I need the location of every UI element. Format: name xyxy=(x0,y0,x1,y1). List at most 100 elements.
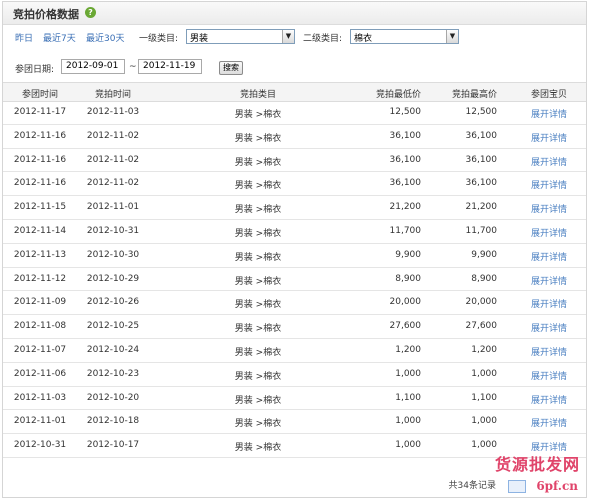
range-yesterday-link[interactable]: 昨日 xyxy=(15,31,33,44)
table-row: 2012-11-08 2012-10-25 男装 >棉衣 27,600 27,600 展开… xyxy=(3,315,586,339)
cell-min-price: 36,100 xyxy=(389,154,422,165)
cell-max-price: 27,600 xyxy=(465,321,498,332)
table-row: 2012-11-12 2012-10-29 男装 >棉衣 8,900 8,900 展开详情 xyxy=(3,268,586,292)
table-body: 2012-11-17 2012-11-03 男装 >棉衣 12,500 12,500 展开… xyxy=(3,101,586,458)
table-row: 2012-11-16 2012-11-02 男装 >棉衣 36,100 36,100 展开… xyxy=(3,149,586,173)
date-to-input[interactable]: 2012-11-19 xyxy=(138,59,202,74)
table-row: 2012-11-01 2012-10-18 男装 >棉衣 1,000 1,000 展开详情 xyxy=(3,410,586,435)
search-button[interactable]: 搜索 xyxy=(219,61,243,75)
cell-join-time: 2012-11-15 xyxy=(13,202,67,213)
cell-join-time: 2012-11-16 xyxy=(13,178,67,189)
cell-detail-link[interactable]: 展开详情 xyxy=(531,131,567,144)
range-7days-link[interactable]: 最近7天 xyxy=(43,31,76,44)
cell-min-price: 9,900 xyxy=(395,249,421,260)
cell-bid-category: 男装 >棉衣 xyxy=(234,347,282,358)
table-row: 2012-11-06 2012-10-23 男装 >棉衣 1,000 1,000 展开详情 xyxy=(3,363,586,387)
cell-detail-link[interactable]: 展开详情 xyxy=(531,155,567,168)
cell-min-price: 8,900 xyxy=(395,273,421,284)
page-indicator[interactable] xyxy=(508,480,526,493)
price-data-panel: 竞拍价格数据 ? 昨日 最近7天 最近30天 一级类目: 男装 ▼ 二级类目: … xyxy=(2,1,587,498)
cell-join-time: 2012-11-07 xyxy=(13,344,67,355)
cell-max-price: 36,100 xyxy=(465,154,498,165)
cell-join-time: 2012-11-14 xyxy=(13,225,67,236)
cell-detail-link[interactable]: 展开详情 xyxy=(531,393,567,406)
cell-detail-link[interactable]: 展开详情 xyxy=(531,274,567,287)
cell-min-price: 1,000 xyxy=(395,368,421,379)
col-join-time: 参团时间 xyxy=(21,90,59,100)
cell-join-time: 2012-11-12 xyxy=(13,273,67,284)
cell-detail-link[interactable]: 展开详情 xyxy=(531,250,567,263)
table-row: 2012-11-16 2012-11-02 男装 >棉衣 36,100 36,100 展开… xyxy=(3,172,586,197)
table-row: 2012-11-03 2012-10-20 男装 >棉衣 1,100 1,100 展开详情 xyxy=(3,387,586,411)
cell-bid-time: 2012-11-02 xyxy=(86,154,140,165)
table-row: 2012-11-15 2012-11-01 男装 >棉衣 21,200 21,200 展开… xyxy=(3,196,586,220)
col-min-price: 竞拍最低价 xyxy=(375,90,421,100)
date-separator: ~ xyxy=(129,62,137,72)
watermark-logo: 货源批发网 xyxy=(494,455,580,474)
cell-min-price: 36,100 xyxy=(389,130,422,141)
cell-detail-link[interactable]: 展开详情 xyxy=(531,226,567,239)
cell-join-time: 2012-11-16 xyxy=(13,154,67,165)
col-max-price: 竞拍最高价 xyxy=(451,90,497,100)
total-records: 共34条记录 xyxy=(448,481,496,491)
cell-detail-link[interactable]: 展开详情 xyxy=(531,321,567,334)
cell-bid-category: 男装 >棉衣 xyxy=(234,133,282,144)
cell-bid-time: 2012-10-30 xyxy=(86,249,140,260)
cell-min-price: 1,000 xyxy=(395,416,421,427)
cell-detail-link[interactable]: 展开详情 xyxy=(531,369,567,382)
cell-detail-link[interactable]: 展开详情 xyxy=(531,416,567,429)
cell-max-price: 1,200 xyxy=(471,344,497,355)
range-30days-link[interactable]: 最近30天 xyxy=(86,31,124,44)
panel-titlebar: 竞拍价格数据 ? xyxy=(3,2,586,25)
cell-join-time: 2012-11-13 xyxy=(13,249,67,260)
category1-select[interactable]: 男装 ▼ xyxy=(186,29,295,44)
cell-min-price: 21,200 xyxy=(389,202,422,213)
cell-max-price: 12,500 xyxy=(465,107,498,117)
cell-max-price: 1,000 xyxy=(471,368,497,379)
cell-max-price: 1,000 xyxy=(471,440,497,451)
date-from-input[interactable]: 2012-09-01 xyxy=(61,59,125,74)
cell-max-price: 11,700 xyxy=(465,225,498,236)
watermark-url: 6pf.cn xyxy=(536,479,578,493)
cell-min-price: 27,600 xyxy=(389,321,422,332)
cell-detail-link[interactable]: 展开详情 xyxy=(531,345,567,358)
cell-join-time: 2012-11-06 xyxy=(13,368,67,379)
cell-join-time: 2012-11-09 xyxy=(13,297,67,308)
category1-label: 一级类目: xyxy=(139,34,179,44)
cell-bid-time: 2012-10-24 xyxy=(86,344,140,355)
cell-detail-link[interactable]: 展开详情 xyxy=(531,107,567,120)
table-row: 2012-11-07 2012-10-24 男装 >棉衣 1,200 1,200 展开详情 xyxy=(3,339,586,363)
table-row: 2012-11-09 2012-10-26 男装 >棉衣 20,000 20,000 展开… xyxy=(3,291,586,316)
cell-bid-time: 2012-11-03 xyxy=(86,107,140,117)
table-header: 参团时间 竞拍时间 竞拍类目 竞拍最低价 竞拍最高价 参团宝贝 xyxy=(3,82,586,102)
cell-max-price: 8,900 xyxy=(471,273,497,284)
cell-detail-link[interactable]: 展开详情 xyxy=(531,202,567,215)
table-row: 2012-11-14 2012-10-31 男装 >棉衣 11,700 11,700 展开… xyxy=(3,220,586,244)
cell-bid-category: 男装 >棉衣 xyxy=(234,157,282,168)
help-icon[interactable]: ? xyxy=(85,7,96,18)
cell-min-price: 1,200 xyxy=(395,344,421,355)
table-row: 2012-11-16 2012-11-02 男装 >棉衣 36,100 36,100 展开… xyxy=(3,125,586,149)
table-row: 2012-11-13 2012-10-30 男装 >棉衣 9,900 9,900 展开详情 xyxy=(3,244,586,268)
cell-bid-category: 男装 >棉衣 xyxy=(234,252,282,263)
cell-max-price: 9,900 xyxy=(471,249,497,260)
cell-join-time: 2012-11-08 xyxy=(13,321,67,332)
date-label: 参团日期: xyxy=(15,65,55,75)
cell-bid-category: 男装 >棉衣 xyxy=(234,443,282,454)
category2-label: 二级类目: xyxy=(303,34,343,44)
cell-bid-category: 男装 >棉衣 xyxy=(234,324,282,335)
cell-detail-link[interactable]: 展开详情 xyxy=(531,297,567,310)
cell-bid-category: 男装 >棉衣 xyxy=(234,276,282,287)
category2-select[interactable]: 棉衣 ▼ xyxy=(350,29,459,44)
col-bid-time: 竞拍时间 xyxy=(94,90,132,100)
cell-bid-time: 2012-11-02 xyxy=(86,130,140,141)
cell-max-price: 1,000 xyxy=(471,416,497,427)
cell-join-time: 2012-11-16 xyxy=(13,130,67,141)
cell-min-price: 36,100 xyxy=(389,178,422,189)
category1-value: 男装 xyxy=(190,34,209,44)
cell-bid-time: 2012-10-25 xyxy=(86,321,140,332)
chevron-down-icon: ▼ xyxy=(282,30,294,43)
cell-detail-link[interactable]: 展开详情 xyxy=(531,178,567,191)
cell-bid-time: 2012-10-23 xyxy=(86,368,140,379)
cell-join-time: 2012-11-03 xyxy=(13,392,67,403)
